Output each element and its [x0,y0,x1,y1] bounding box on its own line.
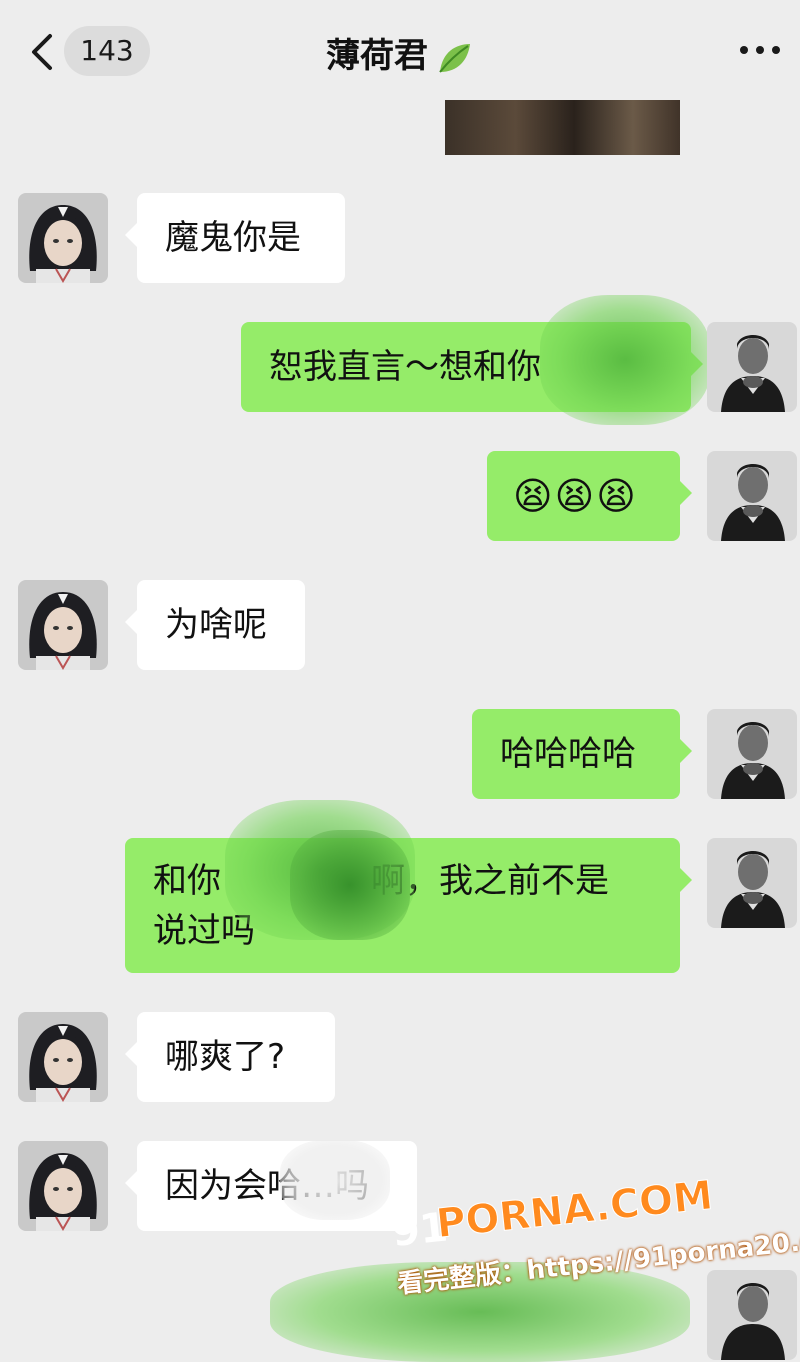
chat-header: 143 薄荷君 [0,0,800,100]
message-text: 恕我直言～想和你 [269,347,541,387]
self-avatar-icon [707,451,797,541]
self-avatar-icon [707,709,797,799]
contact-avatar[interactable] [18,580,108,670]
redaction-scribble [540,295,710,425]
contact-avatar-icon [18,1141,108,1231]
self-avatar[interactable] [707,451,797,541]
redaction-scribble [290,830,410,940]
self-avatar[interactable] [707,838,797,928]
message-text: 哈哈哈哈 [500,734,636,774]
leaf-emoji-icon [439,43,470,73]
message-text: 为啥呢 [165,605,267,645]
shared-photo[interactable] [445,100,680,155]
contact-avatar[interactable] [18,1012,108,1102]
message-bubble-incoming[interactable]: 魔鬼你是 [125,193,345,283]
message-text: 魔鬼你是 [165,218,301,258]
self-avatar[interactable] [707,709,797,799]
redaction-scribble [280,1140,390,1220]
message-bubble-incoming[interactable]: 哪爽了? [125,1012,335,1102]
chat-title: 薄荷君 [0,28,800,78]
self-avatar[interactable] [707,322,797,412]
more-options-icon[interactable] [738,40,782,60]
self-avatar-icon [707,322,797,412]
message-bubble-outgoing[interactable]: 😫😫😫 [487,451,692,541]
self-avatar-icon [707,838,797,928]
emoji-message: 😫😫😫 [513,474,638,518]
contact-avatar-icon [18,193,108,283]
contact-avatar[interactable] [18,193,108,283]
contact-avatar[interactable] [18,1141,108,1231]
message-bubble-incoming[interactable]: 为啥呢 [125,580,305,670]
message-text: 哪爽了? [165,1037,286,1077]
contact-avatar-icon [18,1012,108,1102]
contact-avatar-icon [18,580,108,670]
chat-title-text: 薄荷君 [326,36,428,76]
message-text: 和你 [153,861,221,901]
message-bubble-outgoing[interactable]: 哈哈哈哈 [472,709,692,799]
